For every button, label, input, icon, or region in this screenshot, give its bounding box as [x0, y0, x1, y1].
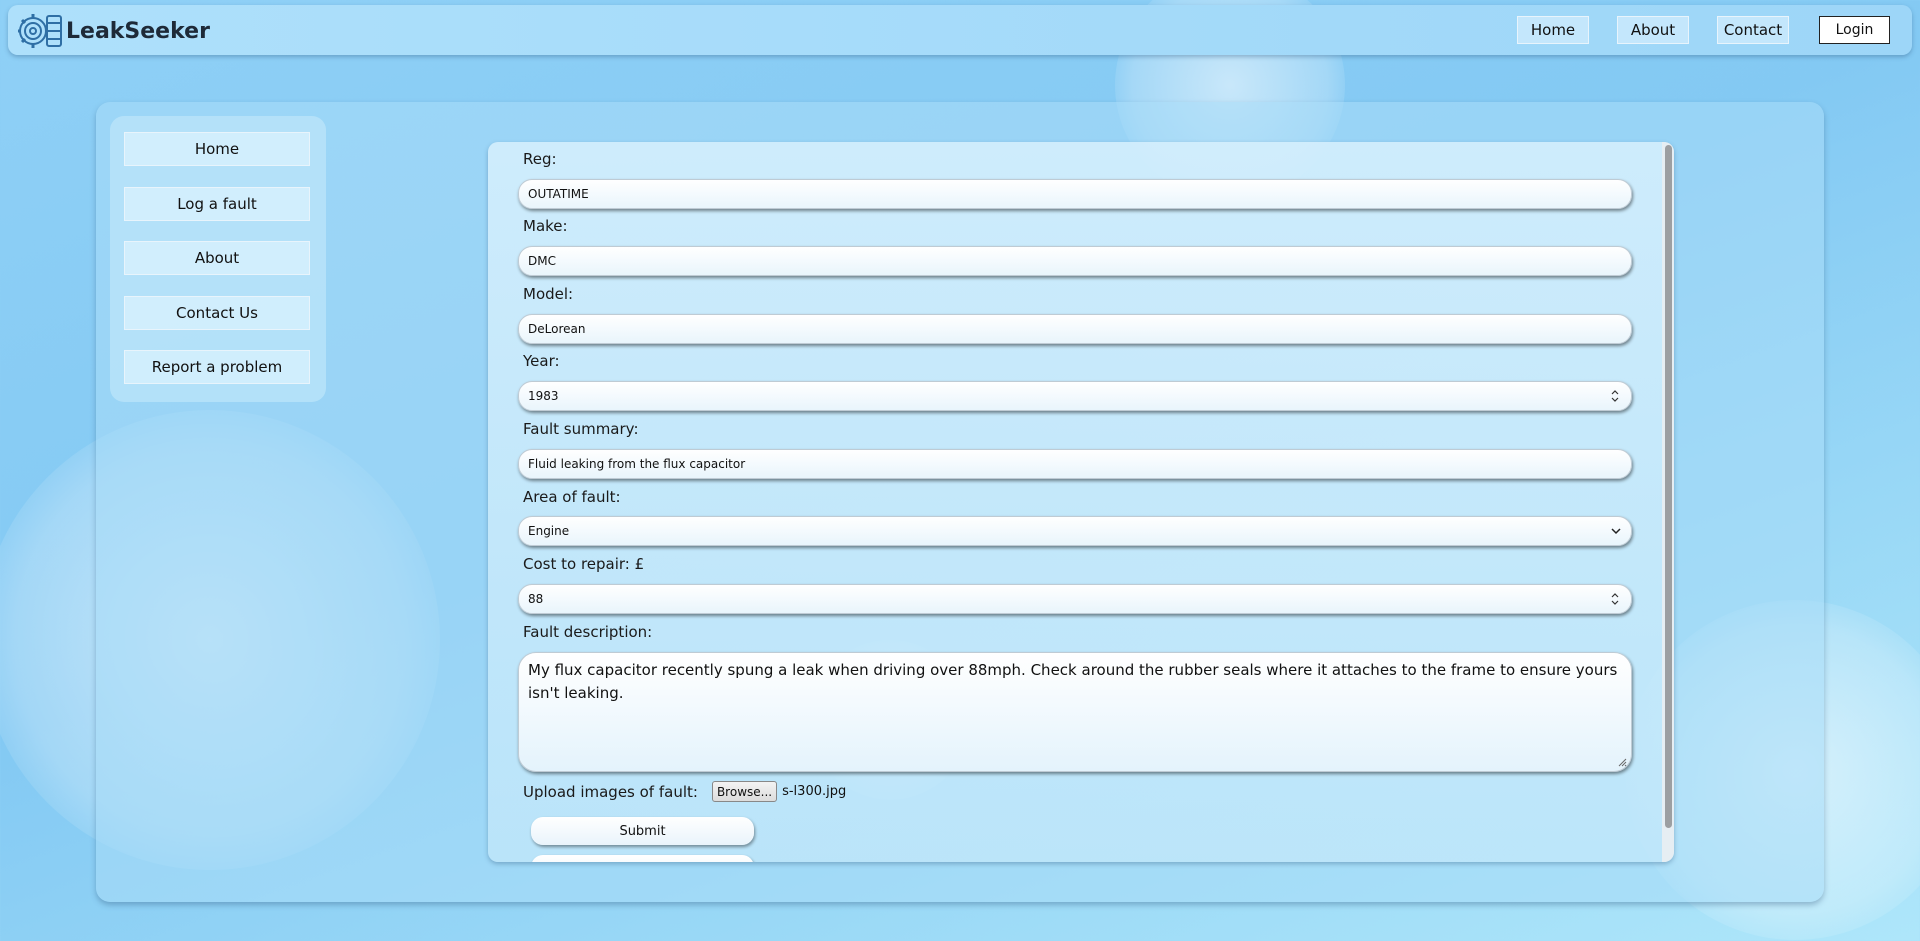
spinner-arrows-icon[interactable]: [1611, 389, 1619, 403]
fault-description-textarea[interactable]: My flux capacitor recently spung a leak …: [518, 652, 1632, 772]
logo[interactable]: LeakSeeker: [16, 12, 210, 50]
sidebar-item-home[interactable]: Home: [124, 132, 310, 166]
upload-label: Upload images of fault:: [523, 782, 698, 801]
main-panel: Home Log a fault About Contact Us Report…: [96, 102, 1824, 902]
sidebar-item-contact-us[interactable]: Contact Us: [124, 296, 310, 330]
make-label: Make:: [523, 217, 568, 235]
model-input[interactable]: DeLorean: [518, 314, 1632, 344]
nav-contact-button[interactable]: Contact: [1717, 16, 1789, 44]
reg-input[interactable]: OUTATIME: [518, 179, 1632, 209]
scrollbar-track[interactable]: [1662, 142, 1674, 862]
login-button[interactable]: Login: [1819, 16, 1890, 44]
cost-label: Cost to repair: £: [523, 555, 645, 573]
scrollbar-thumb[interactable]: [1665, 145, 1672, 828]
area-of-fault-select[interactable]: Engine: [518, 516, 1632, 546]
top-nav: Home About Contact Login: [1489, 16, 1890, 44]
selected-filename: s-l300.jpg: [782, 784, 847, 799]
app-name: LeakSeeker: [66, 18, 210, 44]
browse-button[interactable]: Browse...: [711, 781, 778, 802]
spinner-arrows-icon[interactable]: [1611, 592, 1619, 606]
sidebar: Home Log a fault About Contact Us Report…: [110, 116, 326, 402]
fault-form: Reg: OUTATIME Make: DMC Model: DeLorean …: [488, 142, 1674, 862]
fault-summary-input[interactable]: Fluid leaking from the flux capacitor: [518, 449, 1632, 479]
fault-description-label: Fault description:: [523, 623, 653, 641]
chevron-down-icon: [1611, 528, 1621, 535]
upload-row: Upload images of fault: Browse... s-l300…: [523, 781, 846, 802]
resize-grip-icon[interactable]: [1617, 757, 1627, 767]
fault-summary-label: Fault summary:: [523, 420, 639, 438]
model-label: Model:: [523, 285, 574, 303]
make-input[interactable]: DMC: [518, 246, 1632, 276]
year-label: Year:: [523, 352, 560, 370]
area-of-fault-value: Engine: [528, 524, 570, 538]
cost-value: 88: [528, 592, 544, 606]
nav-home-button[interactable]: Home: [1517, 16, 1589, 44]
year-input[interactable]: 1983: [518, 381, 1632, 411]
sidebar-item-report-problem[interactable]: Report a problem: [124, 350, 310, 384]
sidebar-item-log-fault[interactable]: Log a fault: [124, 187, 310, 221]
reg-label: Reg:: [523, 150, 557, 168]
top-header: LeakSeeker Home About Contact Login: [8, 5, 1912, 55]
area-of-fault-label: Area of fault:: [523, 488, 621, 506]
cost-input[interactable]: 88: [518, 584, 1632, 614]
sidebar-item-about[interactable]: About: [124, 241, 310, 275]
fault-description-text: My flux capacitor recently spung a leak …: [528, 661, 1618, 702]
engine-gear-icon: [18, 14, 62, 48]
year-value: 1983: [528, 389, 559, 403]
submit-button[interactable]: Submit: [531, 817, 754, 845]
partially-visible-button[interactable]: [531, 855, 754, 862]
nav-about-button[interactable]: About: [1617, 16, 1689, 44]
